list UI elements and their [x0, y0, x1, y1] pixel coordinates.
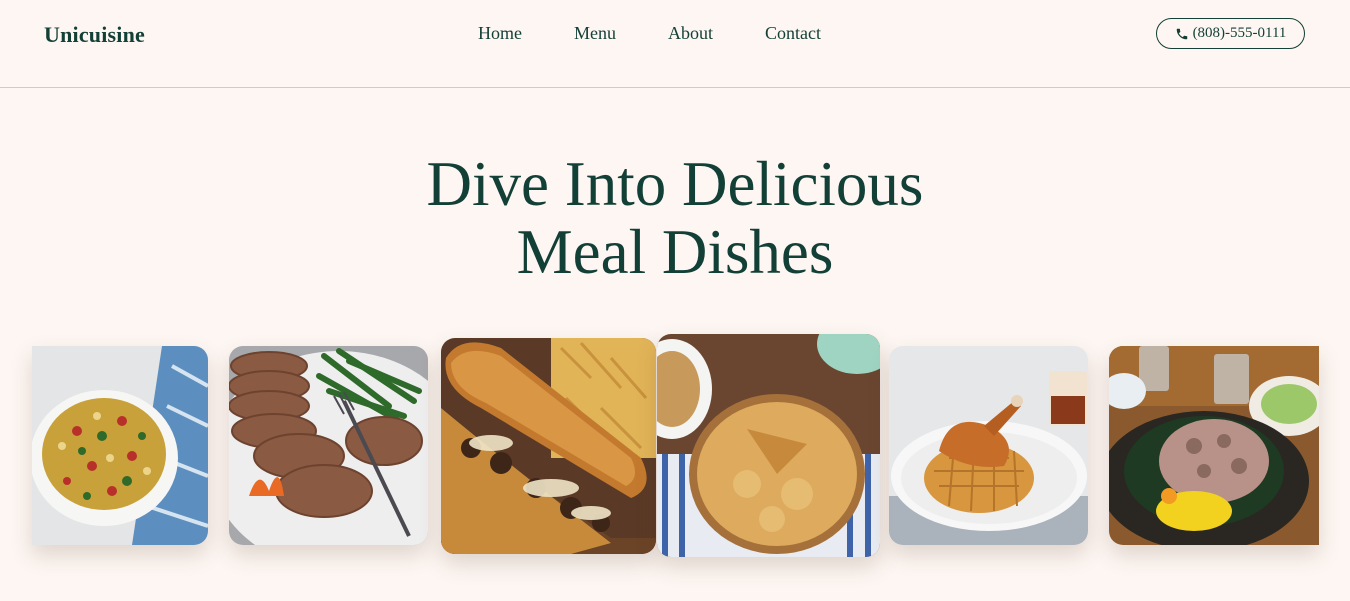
- brand-logo[interactable]: Unicuisine: [44, 22, 145, 48]
- chicken-waffle-image[interactable]: [889, 346, 1088, 545]
- nav-link-menu[interactable]: Menu: [574, 23, 616, 44]
- sizzling-plate-image[interactable]: [1109, 346, 1319, 545]
- phone-button[interactable]: (808)-555-0111: [1156, 18, 1305, 49]
- corn-salad-bowl-image[interactable]: [32, 346, 208, 545]
- cheesesteak-fries-image[interactable]: [441, 338, 656, 554]
- nav-link-about[interactable]: About: [668, 23, 713, 44]
- apple-pie-image[interactable]: [657, 334, 880, 557]
- top-navbar: Unicuisine Home Menu About Contact (808)…: [0, 0, 1350, 88]
- phone-icon: [1176, 28, 1187, 39]
- phone-number: (808)-555-0111: [1192, 25, 1287, 41]
- nav-links: Home Menu About Contact: [478, 23, 821, 44]
- hero-line-1: Dive Into Delicious: [426, 149, 924, 219]
- hero-heading: Dive Into Delicious Meal Dishes: [0, 150, 1350, 286]
- nav-link-home[interactable]: Home: [478, 23, 522, 44]
- nav-link-contact[interactable]: Contact: [765, 23, 821, 44]
- meatloaf-green-beans-image[interactable]: [229, 346, 428, 545]
- hero-line-2: Meal Dishes: [516, 217, 834, 287]
